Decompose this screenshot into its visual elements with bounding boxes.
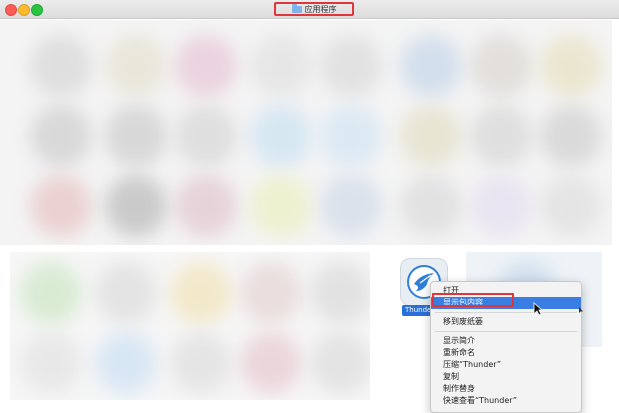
close-window-button[interactable] — [5, 4, 17, 16]
selected-item-annotation-box — [432, 293, 514, 307]
window-title-annotation-box: 应用程序 — [274, 2, 354, 16]
menu-item-move-to-trash[interactable]: 移到废纸篓 — [431, 316, 581, 328]
menu-item-duplicate[interactable]: 复制 — [431, 371, 581, 383]
zoom-window-button[interactable] — [31, 4, 43, 16]
menu-item-make-alias[interactable]: 制作替身 — [431, 383, 581, 395]
menu-item-get-info[interactable]: 显示简介 — [431, 335, 581, 347]
secondary-cursor-icon — [579, 307, 583, 313]
window-title: 应用程序 — [304, 4, 337, 14]
folder-icon — [291, 3, 302, 13]
mouse-cursor-icon — [533, 302, 543, 316]
blurred-app-grid — [0, 20, 612, 245]
menu-item-quick-look[interactable]: 快速查看“Thunder” — [431, 395, 581, 407]
minimize-window-button[interactable] — [18, 4, 30, 16]
blurred-app-grid-lower — [10, 252, 370, 400]
menu-separator — [435, 331, 577, 332]
menu-separator — [435, 312, 577, 313]
menu-item-compress[interactable]: 压缩“Thunder” — [431, 359, 581, 371]
menu-item-rename[interactable]: 重新命名 — [431, 347, 581, 359]
window-title-bar: 应用程序 — [0, 0, 619, 19]
